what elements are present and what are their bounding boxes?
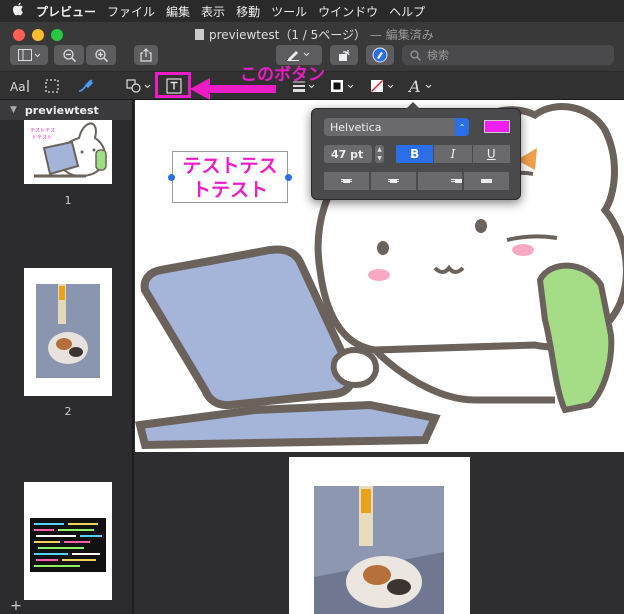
border-color-button[interactable] (330, 76, 358, 96)
search-icon (410, 49, 421, 61)
cat-photo (289, 457, 470, 614)
text-annotation-box[interactable]: テストテス トテスト (172, 151, 288, 203)
bold-button[interactable]: B (396, 145, 435, 163)
text-select-icon: Aa (10, 80, 29, 93)
text-format-popover: Helvetica ⌃ 47 pt ▲ ▼ B I U (311, 102, 521, 200)
svg-text:トテスト: トテスト (32, 135, 52, 141)
text-color-swatch[interactable] (484, 120, 510, 133)
shapes-tool[interactable] (126, 76, 154, 96)
page-thumbnail-1[interactable]: テストテス トテスト (24, 120, 112, 184)
chevron-updown-icon: ⌃ (455, 118, 469, 136)
search-field[interactable]: 検索 (402, 45, 614, 65)
menu-go[interactable]: 移動 (236, 3, 271, 20)
rect-select-icon (45, 79, 59, 93)
menu-preview[interactable]: プレビュー (36, 3, 107, 20)
sidebar-document-header[interactable]: ▼ previewtest (0, 100, 132, 120)
minimize-window-button[interactable] (32, 29, 44, 41)
svg-text:Aa: Aa (10, 80, 26, 93)
align-right-button[interactable] (417, 172, 465, 190)
font-size-value: 47 pt (331, 147, 364, 161)
sidebar-icon (18, 49, 40, 61)
text-style-button[interactable]: A (408, 76, 436, 96)
rect-selection-tool[interactable] (43, 76, 61, 96)
rotate-button[interactable] (330, 45, 358, 65)
menu-file[interactable]: ファイル (107, 3, 166, 20)
menu-view[interactable]: 表示 (201, 3, 236, 20)
popover-arrow (406, 102, 420, 109)
font-size-field[interactable]: 47 pt (324, 145, 372, 163)
text-selection-tool[interactable]: Aa (10, 76, 32, 96)
close-window-button[interactable] (13, 29, 25, 41)
resize-handle-right[interactable] (285, 174, 292, 181)
zoom-out-icon (62, 48, 76, 62)
shapes-icon (126, 79, 151, 93)
apple-menu-icon[interactable] (0, 2, 36, 20)
page-number-1: 1 (64, 194, 72, 207)
underline-button[interactable]: U (472, 145, 510, 163)
sketch-tool[interactable] (76, 76, 96, 96)
alignment-segments (324, 172, 510, 190)
align-right-icon (417, 172, 464, 190)
share-button[interactable] (134, 45, 158, 65)
menu-edit[interactable]: 編集 (166, 3, 201, 20)
text-annotation-line-1: テストテス (182, 155, 278, 177)
menu-bar: プレビュー ファイル 編集 表示 移動 ツール ウインドウ ヘルプ (0, 0, 624, 22)
page-number-2: 2 (64, 405, 72, 418)
fill-color-icon (371, 80, 394, 92)
font-style-icon: A (408, 78, 432, 94)
font-family-select[interactable]: Helvetica ⌃ (324, 118, 469, 136)
window-title-text: previewtest（1 / 5ページ） (209, 28, 367, 42)
zoom-window-button[interactable] (51, 29, 63, 41)
align-center-button[interactable] (370, 172, 418, 190)
document-icon (195, 29, 204, 40)
align-center-icon (370, 172, 417, 190)
svg-text:A: A (408, 78, 421, 94)
sketch-icon (78, 79, 93, 92)
page-thumbnail-3[interactable] (24, 482, 112, 600)
sidebar-toggle-button[interactable] (10, 45, 48, 65)
font-size-stepper[interactable]: ▲ ▼ (375, 145, 384, 163)
align-left-icon (324, 172, 370, 190)
align-justify-button[interactable] (464, 172, 510, 190)
page-2 (289, 457, 470, 614)
markup-toolbar-button[interactable] (366, 45, 394, 65)
share-icon (140, 48, 152, 62)
search-placeholder: 検索 (427, 49, 449, 62)
annotation-highlight-box (155, 72, 191, 98)
sidebar-document-name: previewtest (24, 103, 99, 117)
italic-button[interactable]: I (434, 145, 473, 163)
border-color-icon (331, 80, 354, 92)
cat-laptop-thumbnail: テストテス トテスト (24, 120, 112, 184)
annotation-label: このボタン (240, 65, 325, 85)
zoom-out-button[interactable] (54, 45, 84, 65)
window-title: previewtest（1 / 5ページ） — 編集済み (195, 26, 434, 43)
menu-help[interactable]: ヘルプ (389, 3, 436, 20)
disclosure-triangle-icon[interactable]: ▼ (10, 105, 17, 115)
fill-color-button[interactable] (370, 76, 398, 96)
markup-icon (372, 47, 388, 63)
menu-tools[interactable]: ツール (271, 3, 318, 20)
font-style-segments: B I U (396, 145, 510, 163)
add-page-icon[interactable]: + (6, 598, 26, 614)
align-left-button[interactable] (324, 172, 371, 190)
code-thumbnail (24, 482, 112, 600)
font-family-value: Helvetica (330, 120, 382, 134)
resize-handle-left[interactable] (168, 174, 175, 181)
zoom-in-button[interactable] (86, 45, 116, 65)
text-annotation-line-2: トテスト (191, 179, 268, 201)
page-thumbnail-2[interactable] (24, 268, 112, 396)
rotate-icon (339, 50, 350, 61)
menu-window[interactable]: ウインドウ (318, 3, 389, 20)
edited-status: — 編集済み (369, 28, 434, 42)
svg-text:テストテス: テストテス (30, 128, 55, 134)
align-justify-icon (464, 172, 510, 190)
cat-photo-thumbnail (24, 268, 112, 396)
zoom-in-icon (94, 48, 108, 62)
